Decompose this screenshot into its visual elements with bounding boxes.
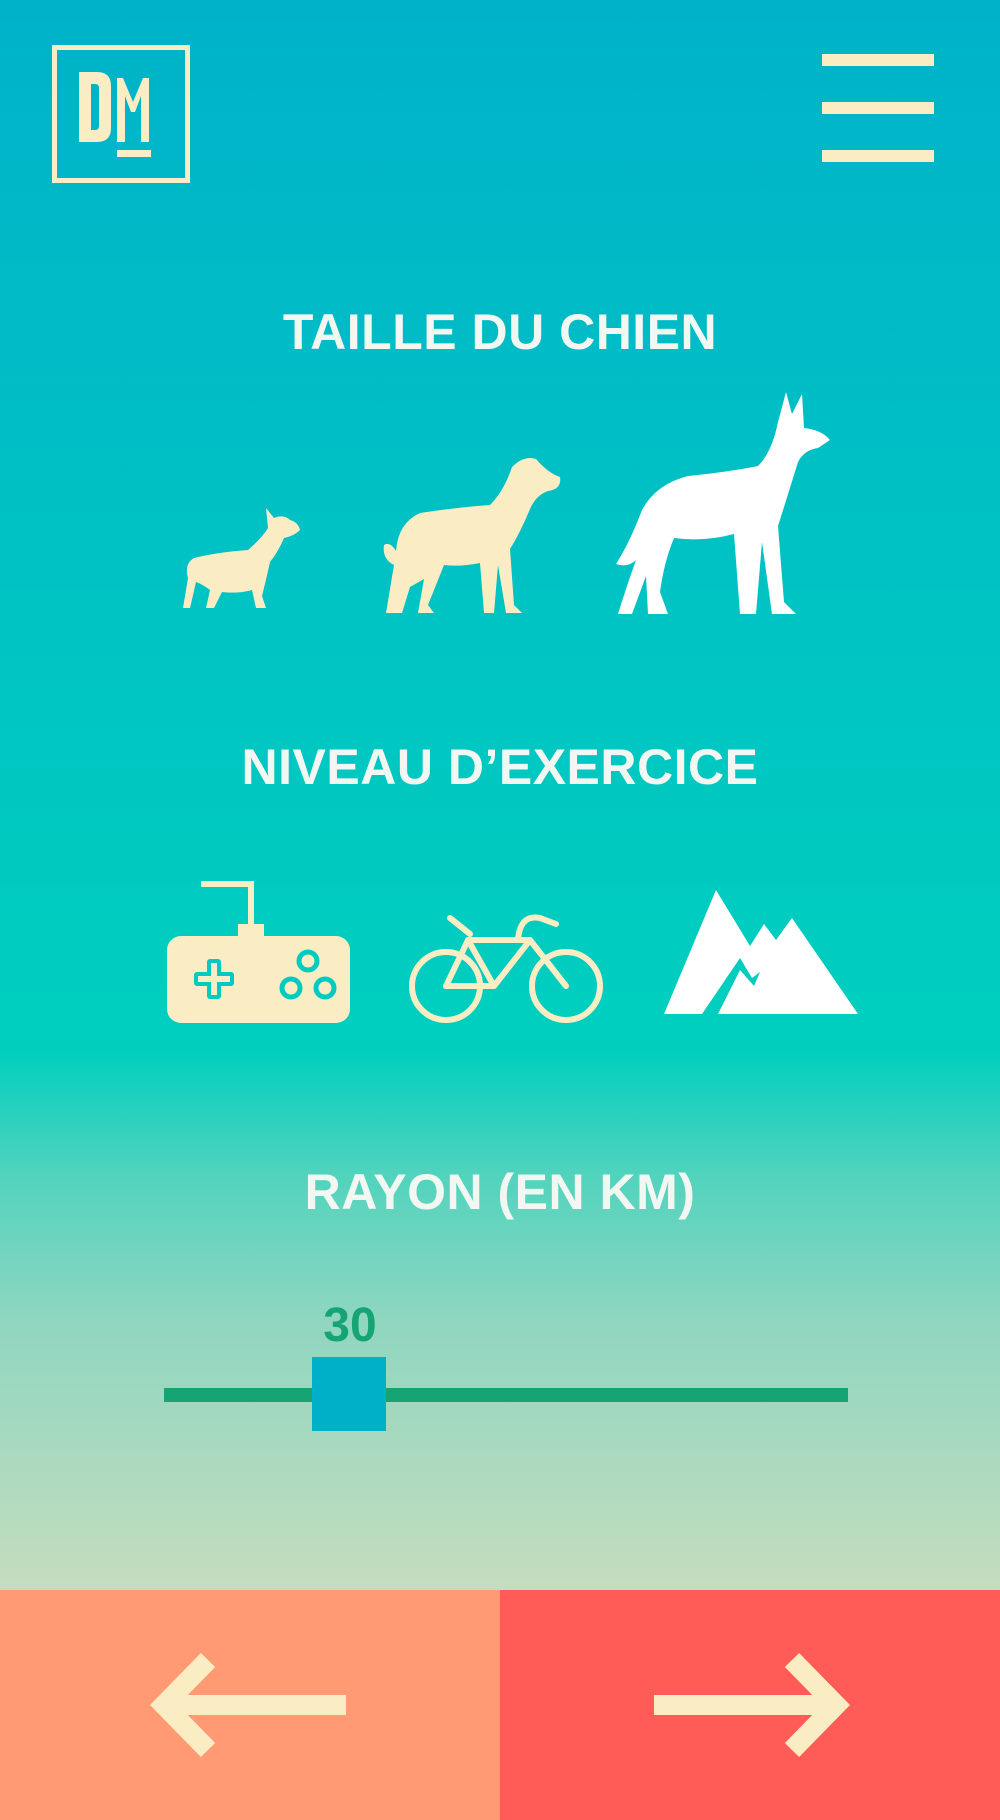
menu-bar (822, 54, 934, 66)
hamburger-menu-icon[interactable] (822, 54, 934, 162)
menu-bar (822, 102, 934, 114)
slider-thumb[interactable] (312, 1357, 386, 1431)
arrow-right-icon (654, 1653, 850, 1757)
menu-bar (822, 150, 934, 162)
gamepad-icon[interactable] (165, 880, 350, 1025)
dog-size-title: TAILLE DU CHIEN (282, 304, 718, 360)
large-dog-icon[interactable] (608, 392, 836, 617)
app-logo[interactable] (52, 45, 190, 183)
medium-dog-icon[interactable] (380, 455, 565, 617)
previous-button[interactable] (0, 1590, 500, 1820)
arrow-left-icon (150, 1653, 346, 1757)
slider-value: 30 (323, 1299, 377, 1352)
small-dog-icon[interactable] (178, 500, 308, 612)
exercise-level-title: NIVEAU D’EXERCICE (241, 739, 759, 795)
bicycle-icon[interactable] (408, 910, 608, 1026)
mountain-icon[interactable] (662, 888, 858, 1016)
radius-title: RAYON (EN KM) (304, 1164, 696, 1220)
next-button[interactable] (500, 1590, 1000, 1820)
slider-track[interactable] (164, 1388, 848, 1402)
